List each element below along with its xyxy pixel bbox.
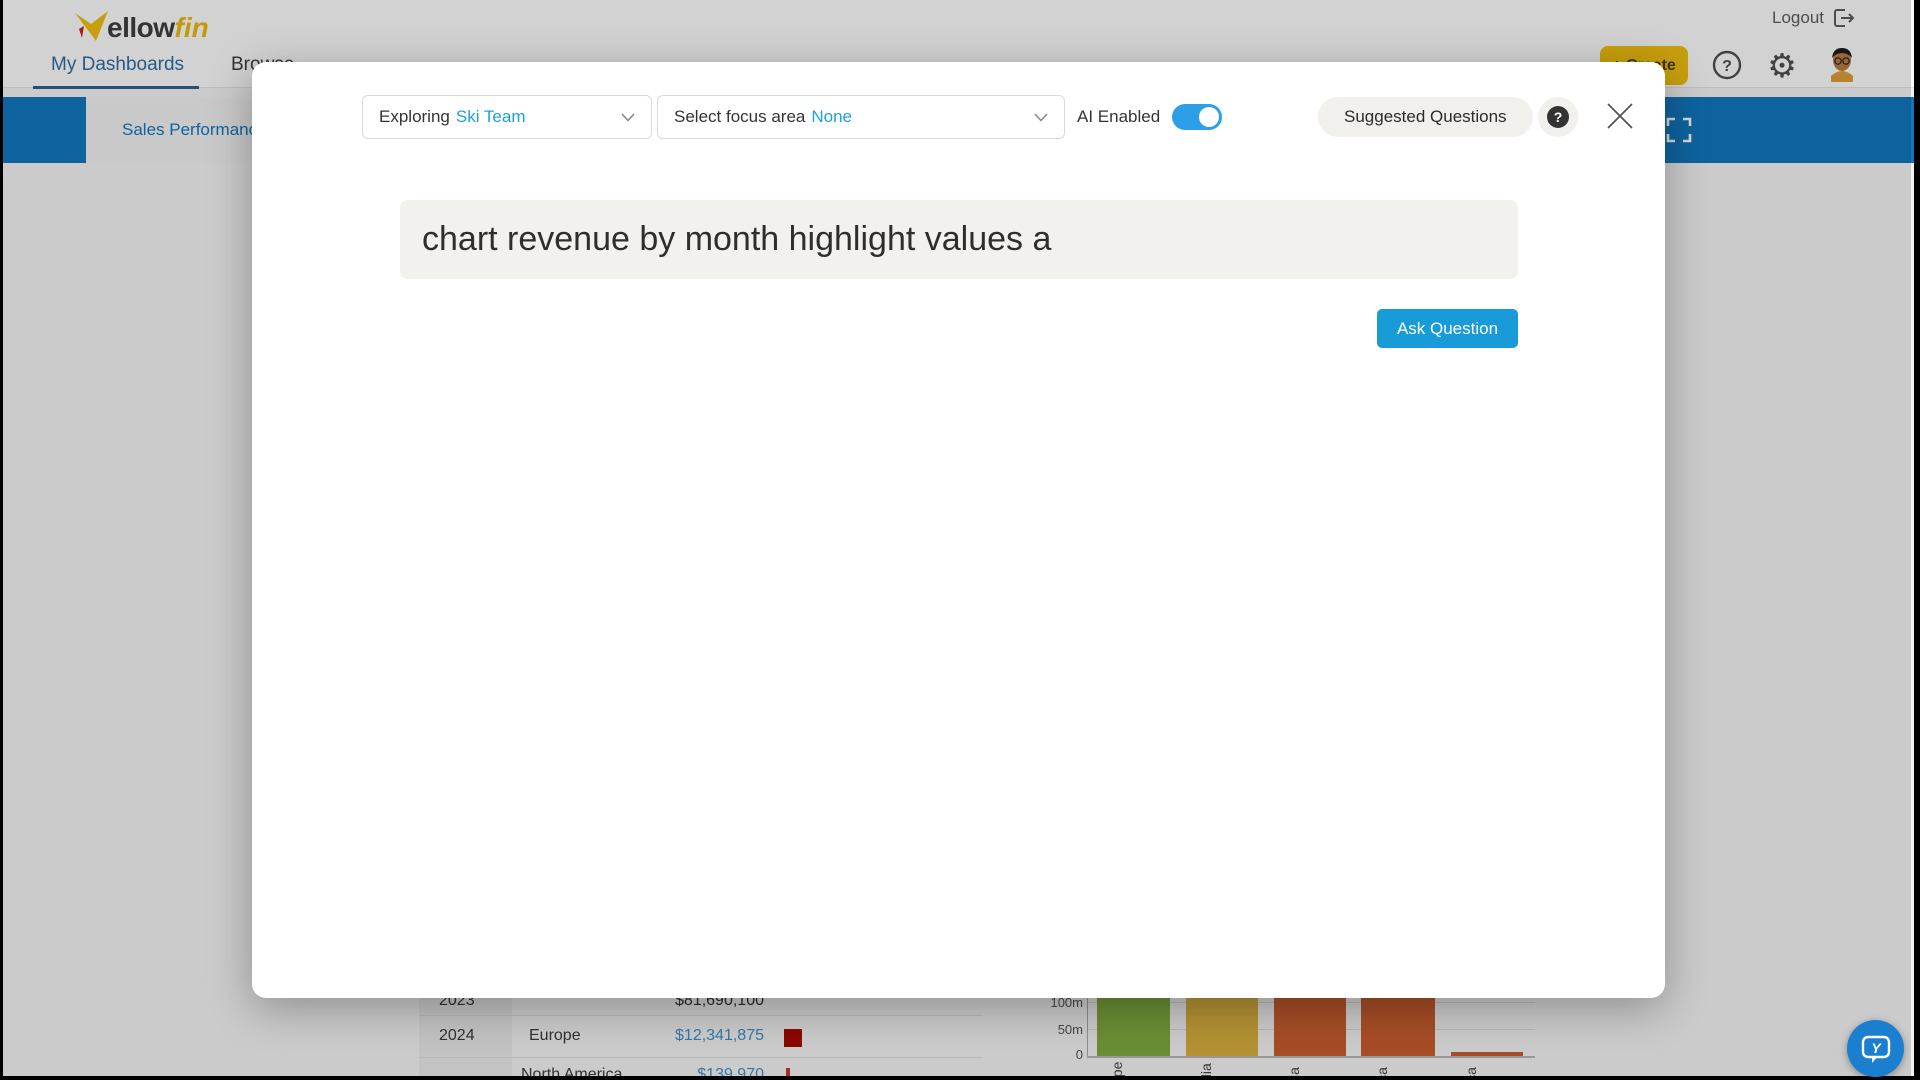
ai-enabled-control: AI Enabled: [1077, 95, 1222, 139]
ask-question-modal: Exploring Ski Team Select focus area Non…: [252, 62, 1665, 998]
modal-help-button[interactable]: ?: [1538, 97, 1578, 137]
question-mark-icon: ?: [1547, 106, 1569, 128]
focus-area-value: None: [811, 107, 852, 127]
close-icon: [1605, 101, 1635, 131]
assistant-fab-button[interactable]: Y: [1847, 1020, 1904, 1077]
ai-enabled-label: AI Enabled: [1077, 107, 1160, 127]
close-modal-button[interactable]: [1602, 98, 1638, 134]
chevron-down-icon: [621, 107, 635, 127]
chat-bubble-icon: Y: [1859, 1032, 1893, 1066]
focus-area-label: Select focus area: [674, 107, 805, 127]
toggle-knob: [1199, 107, 1219, 127]
exploring-label: Exploring: [379, 107, 450, 127]
question-input[interactable]: [400, 200, 1518, 279]
fab-label: Y: [1871, 1040, 1882, 1056]
screen: ellowfin Logout + Create ? ⚙: [0, 0, 1920, 1080]
ask-question-button[interactable]: Ask Question: [1377, 309, 1518, 348]
ai-enabled-toggle[interactable]: [1172, 104, 1222, 130]
exploring-dropdown[interactable]: Exploring Ski Team: [362, 95, 652, 139]
exploring-value: Ski Team: [456, 107, 526, 127]
suggested-questions-button[interactable]: Suggested Questions: [1318, 97, 1533, 137]
chevron-down-icon: [1034, 107, 1048, 127]
focus-area-dropdown[interactable]: Select focus area None: [657, 95, 1065, 139]
